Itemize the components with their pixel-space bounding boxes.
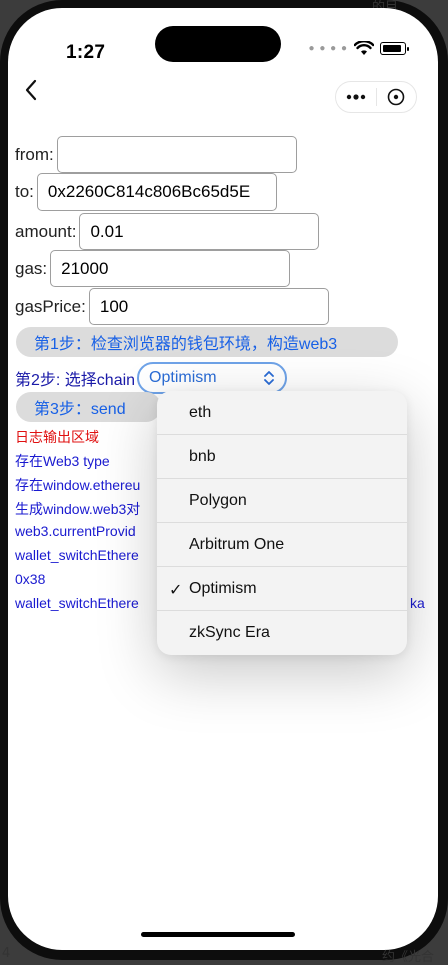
step2-label: 第2步: 选择chain xyxy=(15,372,136,389)
chain-option-label: Optimism xyxy=(189,579,257,597)
gasprice-row: gasPrice: 100 xyxy=(15,288,329,325)
home-indicator[interactable] xyxy=(141,932,295,937)
gas-label: gas: xyxy=(15,258,48,278)
amount-row: amount: 0.01 xyxy=(15,213,320,250)
gasprice-label: gasPrice: xyxy=(15,296,86,316)
dynamic-island xyxy=(155,26,281,62)
to-row: to: 0x2260C814c806Bc65d5E xyxy=(15,173,277,211)
chain-dropdown-menu: eth bnb Polygon Arbitrum One ✓ Optimism … xyxy=(157,391,407,655)
chain-select-value: Optimism xyxy=(149,369,217,386)
to-input[interactable]: 0x2260C814c806Bc65d5E xyxy=(36,173,277,211)
amount-label: amount: xyxy=(15,221,77,241)
log-line: wallet_switchEthere xyxy=(15,547,139,563)
step1-button[interactable]: 第1步：检查浏览器的钱包环境，构造web3 xyxy=(16,327,398,357)
log-line: 存在Web3 type xyxy=(15,453,110,469)
log-line: web3.currentProvid xyxy=(15,523,136,539)
battery-icon xyxy=(380,42,409,55)
more-button[interactable] xyxy=(336,82,376,112)
chain-select[interactable]: Optimism xyxy=(137,362,288,394)
mini-program-capsule xyxy=(335,81,417,113)
from-row: from: xyxy=(15,136,297,173)
chain-option-label: zkSync Era xyxy=(189,624,270,641)
chain-option-optimism[interactable]: ✓ Optimism xyxy=(157,567,407,611)
wifi-icon xyxy=(354,41,374,55)
chain-option-polygon[interactable]: Polygon xyxy=(157,479,407,523)
chain-option-bnb[interactable]: bnb xyxy=(157,435,407,479)
step2-row: 第2步: 选择chain Optimism xyxy=(15,362,288,394)
back-arrow-icon[interactable] xyxy=(20,78,44,102)
log-title: 日志输出区域 xyxy=(15,429,99,445)
amount-input[interactable]: 0.01 xyxy=(79,213,320,250)
to-label: to: xyxy=(15,182,34,201)
from-label: from: xyxy=(15,144,54,164)
log-line: wallet_switchEthere xyxy=(15,595,139,611)
chain-option-label: Polygon xyxy=(189,491,247,509)
gas-row: gas: 21000 xyxy=(15,250,291,287)
log-line: 生成window.web3对 xyxy=(15,501,141,517)
status-time: 1:27 xyxy=(66,42,106,63)
chain-option-label: eth xyxy=(189,403,212,421)
log-line-overflow: ka xyxy=(410,595,425,611)
close-button[interactable] xyxy=(377,82,417,112)
chevron-up-down-icon xyxy=(264,371,274,385)
from-input[interactable] xyxy=(56,136,297,173)
close-circle-icon xyxy=(387,88,405,106)
status-icons: ● ● ● ● xyxy=(308,41,409,56)
checkmark-icon: ✓ xyxy=(169,582,183,599)
gasprice-input[interactable]: 100 xyxy=(88,288,329,325)
background-text-bottom-left: 4 xyxy=(2,946,11,961)
step3-button[interactable]: 第3步：send xyxy=(16,392,161,422)
chain-option-label: bnb xyxy=(189,447,216,465)
more-dots-icon xyxy=(346,94,365,100)
chain-option-arbitrum-one[interactable]: Arbitrum One xyxy=(157,523,407,567)
gas-input[interactable]: 21000 xyxy=(50,250,291,287)
log-line: 0x38 xyxy=(15,571,46,587)
log-line: 存在window.ethereu xyxy=(15,477,141,493)
background-text-bottom-right: 约《光合 xyxy=(382,950,435,965)
chain-option-label: Arbitrum One xyxy=(189,535,285,553)
chain-option-zksync-era[interactable]: zkSync Era xyxy=(157,611,407,655)
chain-option-eth[interactable]: eth xyxy=(157,391,407,435)
phone-screen: 1:27 ● ● ● ● from: to: 0x2260C814c806Bc6… xyxy=(8,8,438,950)
cellular-signal-icon: ● ● ● ● xyxy=(308,43,348,54)
